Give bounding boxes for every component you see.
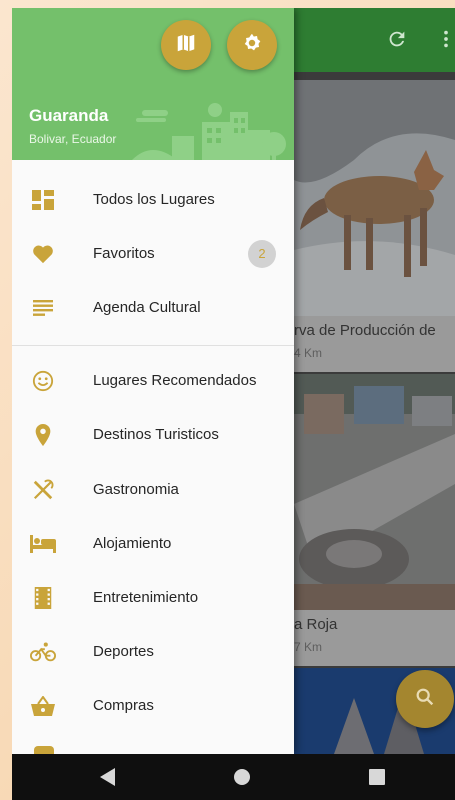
place-card-image[interactable] (294, 80, 455, 316)
search-fab[interactable] (396, 670, 454, 728)
search-icon (414, 686, 436, 713)
menu-item-label: Lugares Recomendados (93, 372, 257, 389)
place-card-distance: 7 Km (294, 640, 323, 654)
menu-item-todos-los-lugares[interactable]: Todos los Lugares (12, 173, 294, 227)
menu-item-label: Deportes (93, 643, 154, 660)
place-card-distance: 4 Km (294, 346, 323, 360)
back-triangle-icon[interactable] (100, 768, 116, 791)
menu-item-label: Gastronomia (93, 481, 179, 498)
partial-menu-icon (34, 746, 54, 754)
place-card-image[interactable] (294, 374, 455, 610)
menu-item-compras[interactable]: Compras (12, 679, 294, 733)
notes-icon (30, 296, 56, 320)
gear-icon (241, 32, 263, 59)
refresh-icon[interactable] (386, 28, 408, 55)
region-name: Bolivar, Ecuador (29, 132, 117, 146)
menu-divider (12, 345, 294, 346)
bicycle-icon (30, 640, 56, 664)
place-card-title: rva de Producción de (294, 322, 436, 339)
menu-item-label: Favoritos (93, 245, 155, 262)
dashboard-icon (30, 188, 56, 212)
more-vert-icon[interactable] (442, 28, 450, 55)
place-card-info[interactable]: rva de Producción de 4 Km (294, 316, 455, 372)
map-button[interactable] (161, 20, 211, 70)
settings-button[interactable] (227, 20, 277, 70)
city-skyline-illustration (132, 103, 286, 160)
place-card-info[interactable]: a Roja 7 Km (294, 610, 455, 666)
menu-item-gastronomia[interactable]: Gastronomia (12, 463, 294, 517)
drawer-header: Guaranda Bolivar, Ecuador (12, 8, 294, 160)
place-card-title: a Roja (294, 616, 338, 633)
basket-icon (30, 694, 56, 718)
recents-square-icon[interactable] (369, 769, 385, 790)
menu-item-label: Todos los Lugares (93, 191, 215, 208)
menu-item-label: Compras (93, 697, 154, 714)
home-circle-icon[interactable] (233, 768, 251, 791)
navigation-drawer: Guaranda Bolivar, Ecuador Todos los Luga… (12, 8, 294, 754)
phone-screen: rva de Producción de 4 Km a Roja 7 Km Gu… (12, 8, 455, 800)
menu-item-lugares-recomendados[interactable]: Lugares Recomendados (12, 354, 294, 408)
menu-item-label: Entretenimiento (93, 589, 199, 606)
bed-icon (30, 532, 56, 556)
menu-item-alojamiento[interactable]: Alojamiento (12, 517, 294, 571)
system-navigation-bar (12, 754, 455, 800)
film-icon (30, 586, 56, 610)
menu-item-label: Agenda Cultural (93, 299, 201, 316)
menu-item-label: Destinos Turisticos (93, 426, 219, 443)
city-name: Guaranda (29, 106, 109, 125)
favorites-count-badge: 2 (248, 240, 276, 268)
menu-item-deportes[interactable]: Deportes (12, 625, 294, 679)
utensils-icon (30, 478, 56, 502)
menu-item-destinos-turisticos[interactable]: Destinos Turisticos (12, 408, 294, 462)
menu-item-label: Alojamiento (93, 535, 172, 552)
menu-item-favoritos[interactable]: Favoritos 2 (12, 227, 294, 281)
menu-item-entretenimiento[interactable]: Entretenimiento (12, 571, 294, 625)
heart-icon (30, 242, 56, 266)
location-pin-icon (30, 423, 56, 447)
menu-item-agenda-cultural[interactable]: Agenda Cultural (12, 281, 294, 335)
smiley-icon (30, 369, 56, 393)
map-icon (175, 32, 197, 59)
